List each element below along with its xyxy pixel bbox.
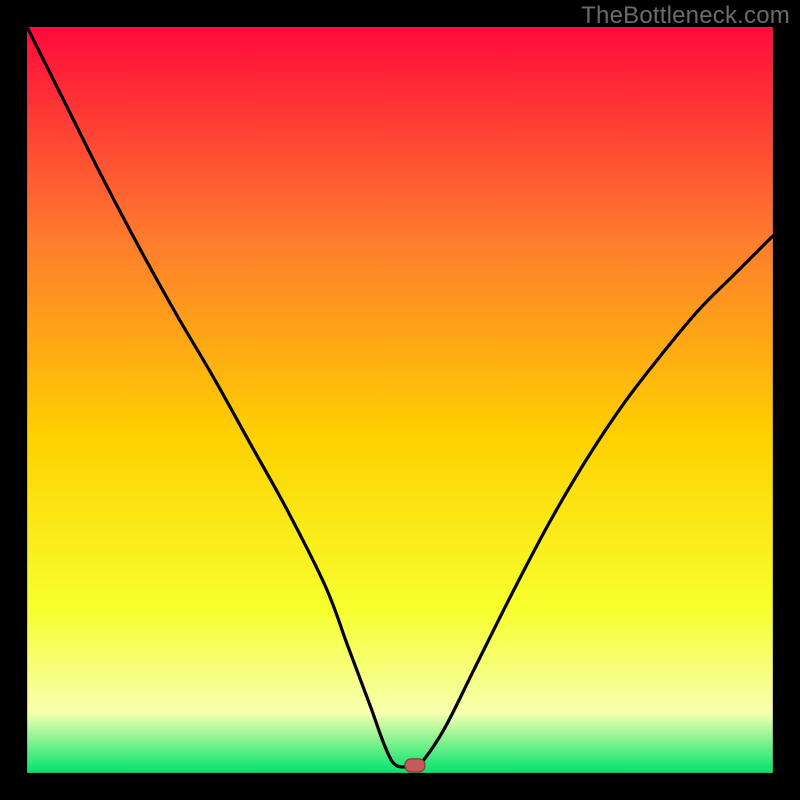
watermark-text: TheBottleneck.com xyxy=(581,2,790,30)
chart-container: TheBottleneck.com xyxy=(0,0,800,800)
plot-background xyxy=(27,27,773,773)
optimum-marker xyxy=(405,759,425,772)
bottleneck-chart xyxy=(0,0,800,800)
